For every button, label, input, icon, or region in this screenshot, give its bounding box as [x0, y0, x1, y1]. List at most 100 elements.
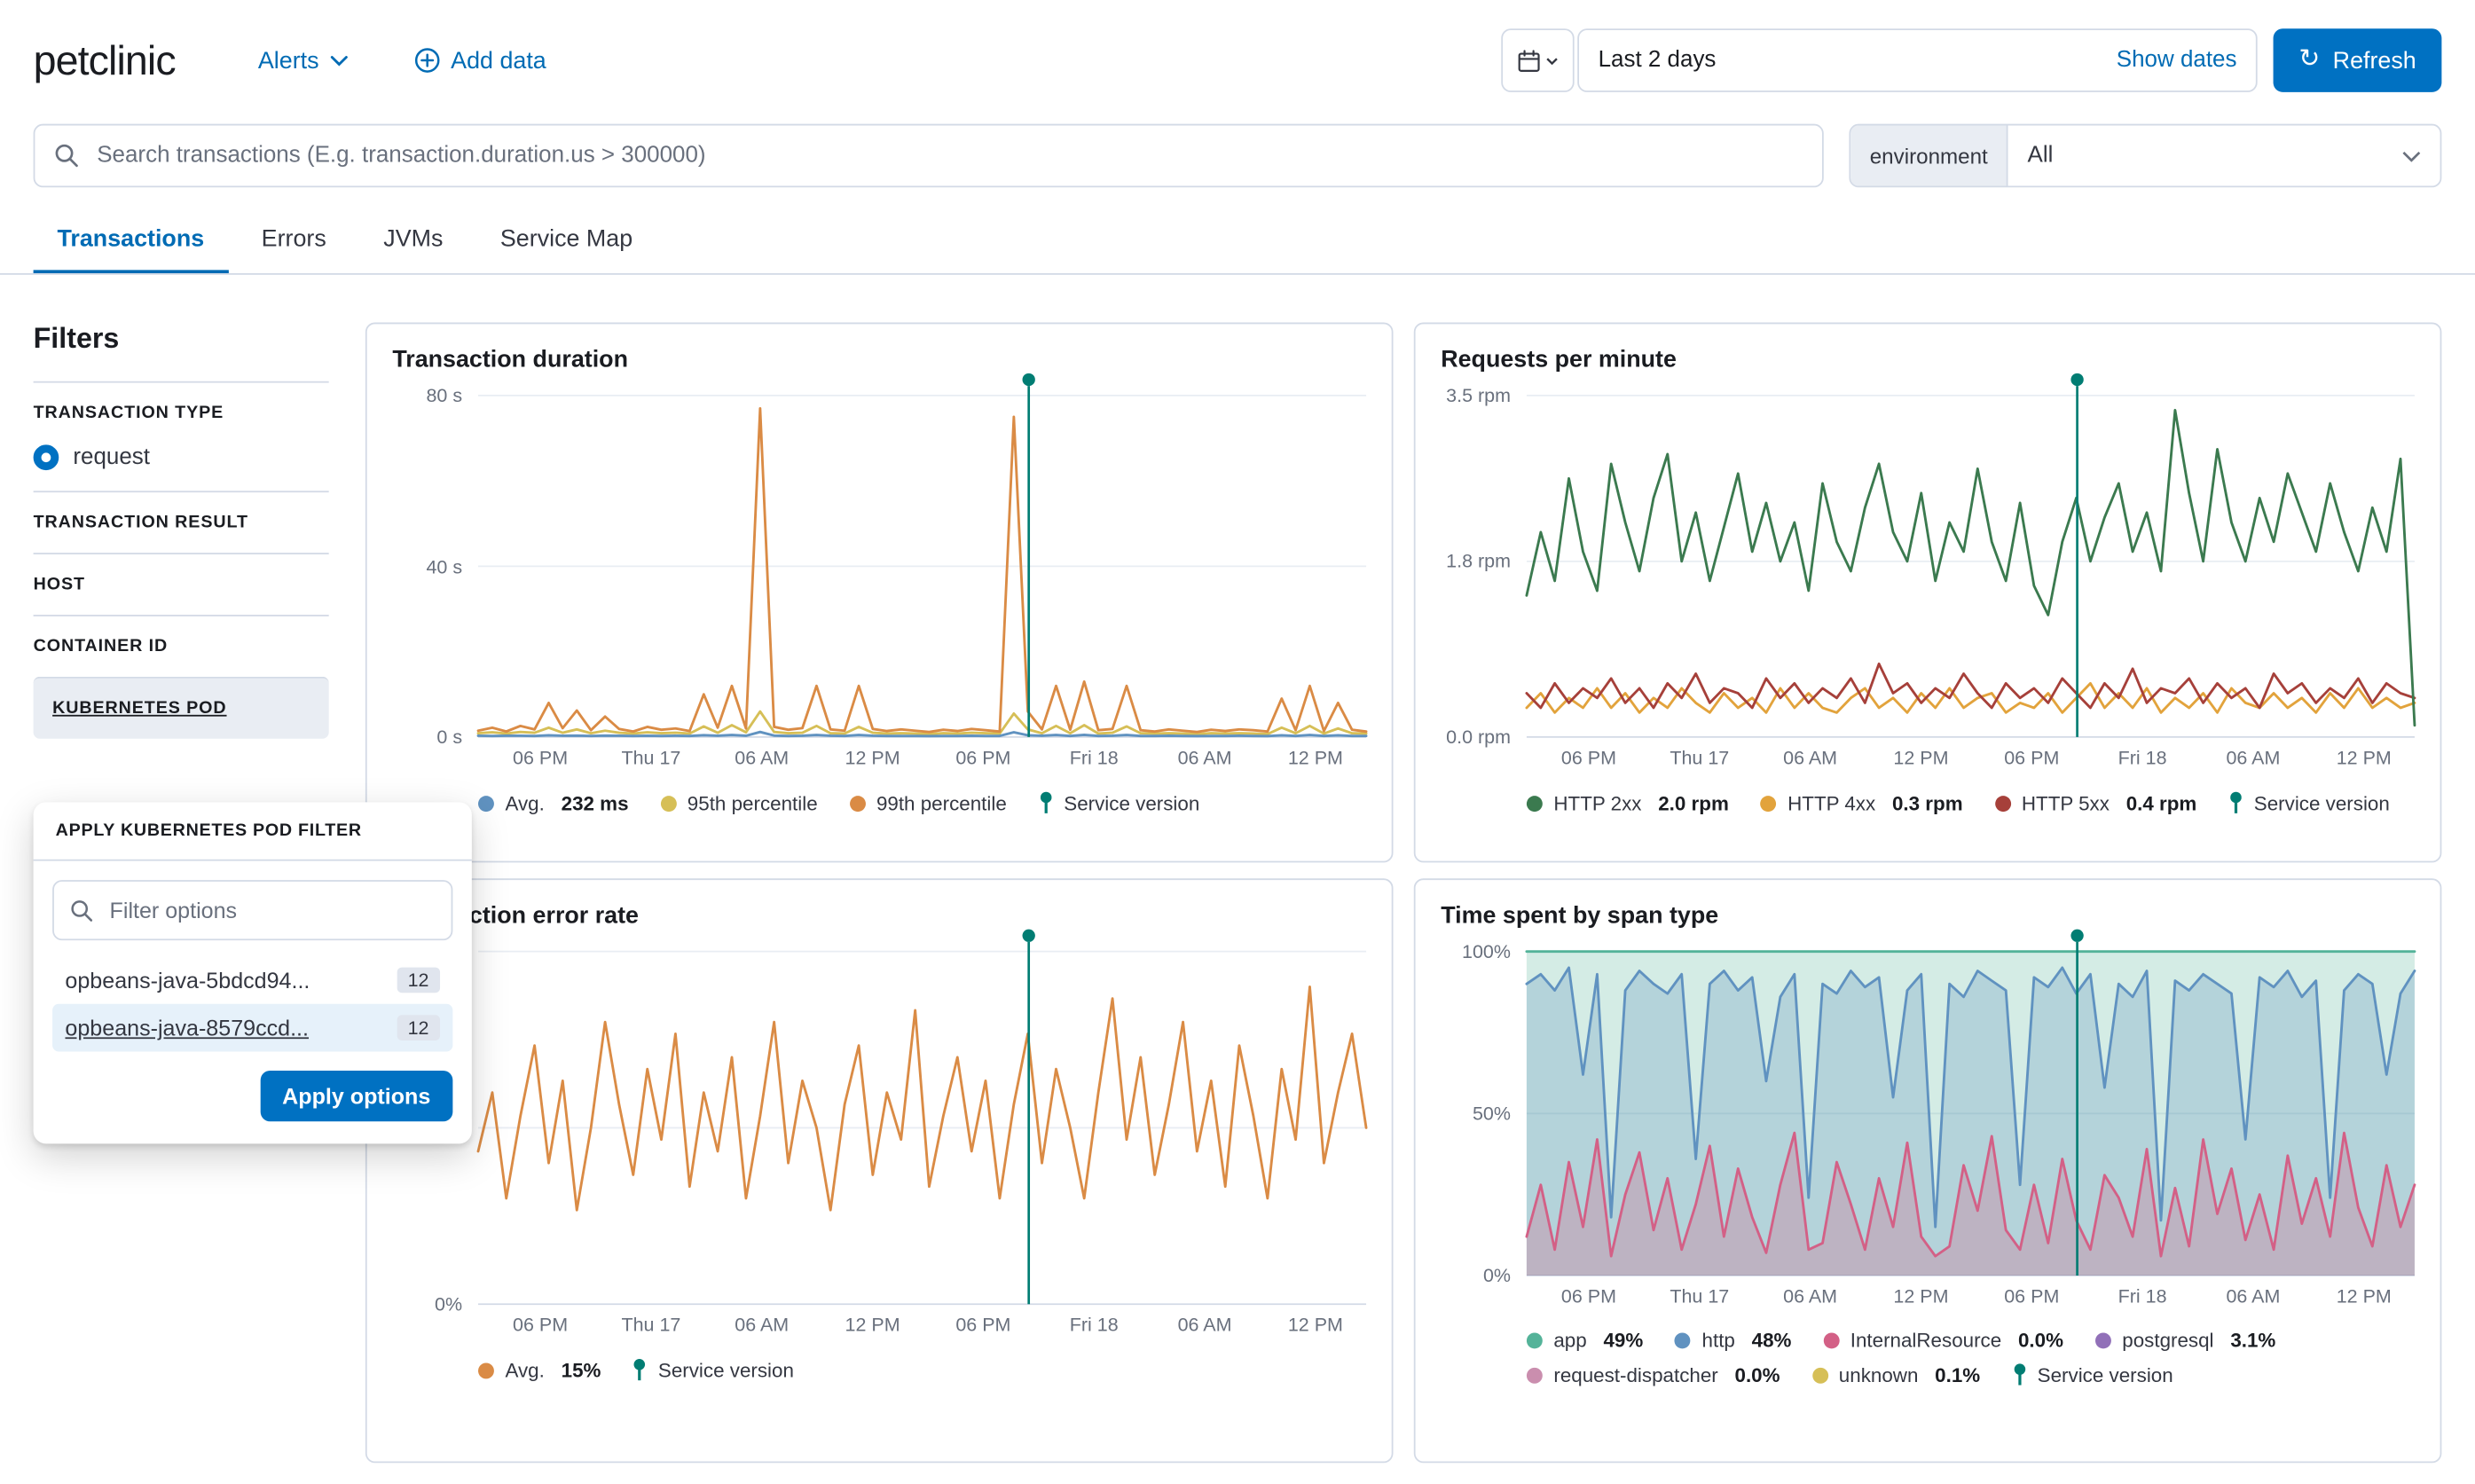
legend-item-service-version[interactable]: Service version — [1039, 791, 1200, 815]
transaction-duration-plot[interactable] — [478, 396, 1366, 737]
pod-option-count-badge: 12 — [397, 1015, 440, 1040]
filter-transaction-type-label[interactable]: TRANSACTION TYPE — [34, 404, 329, 422]
legend-item-service-version[interactable]: Service version — [2012, 1362, 2173, 1386]
refresh-icon: ↻ — [2298, 48, 2320, 74]
legend-item-request-dispatcher[interactable]: request-dispatcher 0.0% — [1527, 1363, 1780, 1386]
legend-item-95th-percentile[interactable]: 95th percentile — [660, 792, 817, 814]
tab-transactions[interactable]: Transactions — [34, 209, 228, 273]
requests-per-minute-legend: HTTP 2xx 2.0 rpm HTTP 4xx 0.3 rpm HTTP 5xx… — [1527, 791, 2415, 826]
filter-transaction-result-label[interactable]: TRANSACTION RESULT — [34, 513, 329, 531]
legend-value: 0.0% — [2013, 1330, 2063, 1352]
y-axis-label: 80 s — [426, 384, 462, 406]
legend-label: 99th percentile — [876, 792, 1007, 814]
y-axis-label: 40 s — [426, 555, 462, 577]
tab-errors[interactable]: Errors — [238, 209, 350, 273]
x-axis-label: Fri 18 — [2118, 1285, 2167, 1307]
legend-label: InternalResource — [1850, 1330, 2001, 1352]
legend-item-avg-[interactable]: Avg. 15% — [478, 1359, 601, 1381]
time-spent-by-span-type-plot[interactable] — [1527, 952, 2415, 1276]
legend-item-http-2xx[interactable]: HTTP 2xx 2.0 rpm — [1527, 792, 1729, 814]
add-data-link[interactable]: Add data — [414, 47, 546, 74]
apm-service-overview: petclinic Alerts Add data Last 2 days Sh… — [0, 0, 2475, 1484]
legend-item-avg-[interactable]: Avg. 232 ms — [478, 792, 629, 814]
x-axis-label: 06 AM — [735, 1314, 789, 1336]
y-axis-label: 3.5 rpm — [1446, 384, 1511, 406]
y-axis-label: 0 s — [436, 726, 462, 748]
legend-value: 3.1% — [2225, 1330, 2275, 1352]
legend-item-99th-percentile[interactable]: 99th percentile — [849, 792, 1006, 814]
legend-item-internalresource[interactable]: InternalResource 0.0% — [1823, 1330, 2063, 1352]
filter-options-search[interactable] — [52, 880, 452, 940]
legend-label: postgresql — [2122, 1330, 2213, 1352]
legend-dot — [1527, 1332, 1543, 1348]
x-axis-label: Fri 18 — [1070, 1314, 1119, 1336]
time-spent-by-span-type-panel: Time spent by span type 100%50%0% 06 PMT… — [1414, 878, 2442, 1463]
x-axis-label: 06 PM — [2004, 1285, 2059, 1307]
x-axis-label: 06 AM — [1178, 1314, 1232, 1336]
legend-item-service-version[interactable]: Service version — [632, 1358, 794, 1382]
tab-service-map[interactable]: Service Map — [476, 209, 656, 273]
transaction-type-request-option[interactable]: request — [34, 444, 329, 470]
filter-options-input[interactable] — [106, 896, 436, 924]
tab-jvms[interactable]: JVMs — [359, 209, 467, 273]
date-range-field[interactable]: Last 2 days Show dates — [1577, 28, 2257, 92]
legend-item-app[interactable]: app 49% — [1527, 1330, 1643, 1352]
kubernetes-pod-filter-popover: APPLY KUBERNETES POD FILTER opbeans-java… — [34, 802, 472, 1143]
x-axis-label: Thu 17 — [621, 747, 680, 769]
pod-options-list: opbeans-java-5bdcd94... 12 opbeans-java-… — [52, 956, 452, 1051]
filter-container-id-label[interactable]: CONTAINER ID — [34, 637, 329, 656]
x-axis-label: 12 PM — [845, 747, 900, 769]
legend-item-http-4xx[interactable]: HTTP 4xx 0.3 rpm — [1761, 792, 1963, 814]
y-axis-label: 50% — [1473, 1103, 1511, 1125]
x-axis-label: 12 PM — [2337, 747, 2392, 769]
legend-item-http-5xx[interactable]: HTTP 5xx 0.4 rpm — [1994, 792, 2196, 814]
y-axis: 80 s40 s0 s — [392, 396, 478, 737]
refresh-button[interactable]: ↻ Refresh — [2274, 28, 2442, 92]
apply-options-button[interactable]: Apply options — [260, 1071, 452, 1121]
legend-label: 95th percentile — [688, 792, 818, 814]
popover-title: APPLY KUBERNETES POD FILTER — [34, 802, 472, 860]
chart-title-time-spent-by-span-type: Time spent by span type — [1441, 902, 2415, 929]
pod-option-count-badge: 12 — [397, 968, 440, 993]
legend-item-service-version[interactable]: Service version — [2228, 791, 2390, 815]
legend-value: 0.0% — [1729, 1363, 1780, 1386]
x-axis-label: 06 AM — [2226, 747, 2280, 769]
filter-host-label[interactable]: HOST — [34, 575, 329, 593]
service-version-pin-icon — [1039, 791, 1053, 815]
pod-option-2[interactable]: opbeans-java-8579ccd... 12 — [52, 1004, 452, 1052]
requests-per-minute-plot[interactable] — [1527, 396, 2415, 737]
alerts-menu[interactable]: Alerts — [258, 47, 348, 74]
y-axis: 100%50%0% — [1441, 952, 1527, 1276]
calendar-button[interactable] — [1501, 28, 1574, 92]
legend-row: Avg. 15% Service version — [478, 1358, 1366, 1382]
search-transactions-box[interactable] — [34, 124, 1824, 188]
pod-option-label: opbeans-java-5bdcd94... — [65, 968, 383, 993]
filter-kubernetes-pod-label[interactable]: KUBERNETES POD — [52, 699, 310, 718]
legend-label: Service version — [2038, 1363, 2173, 1386]
legend-item-unknown[interactable]: unknown 0.1% — [1811, 1363, 1980, 1386]
pod-option-label: opbeans-java-8579ccd... — [65, 1015, 383, 1040]
filter-section-kubernetes-pod[interactable]: KUBERNETES POD — [34, 677, 329, 739]
x-axis-label: 06 PM — [513, 1314, 568, 1336]
legend-row: Avg. 232 ms 95th percentile 99th percentil… — [478, 791, 1366, 815]
pod-option-1[interactable]: opbeans-java-5bdcd94... 12 — [52, 956, 452, 1004]
service-version-pin-icon — [632, 1358, 647, 1382]
legend-dot — [1823, 1332, 1839, 1348]
x-axis-label: 12 PM — [1893, 1285, 1948, 1307]
legend-item-http[interactable]: http 48% — [1675, 1330, 1791, 1352]
service-version-pin-icon — [2228, 791, 2243, 815]
x-axis-label: 06 PM — [2004, 747, 2059, 769]
search-transactions-input[interactable] — [94, 141, 1803, 169]
legend-item-postgresql[interactable]: postgresql 3.1% — [2095, 1330, 2276, 1352]
show-dates-link[interactable]: Show dates — [2117, 48, 2237, 74]
filter-section-transaction-type: TRANSACTION TYPE request — [34, 381, 329, 491]
transaction-error-rate-plot[interactable] — [478, 952, 1366, 1305]
x-axis-label: 06 AM — [735, 747, 789, 769]
legend-value: 48% — [1746, 1330, 1791, 1352]
x-axis-label: 06 PM — [955, 1314, 1010, 1336]
y-axis-label: 0% — [435, 1293, 462, 1315]
environment-value: All — [2028, 143, 2054, 169]
plus-circle-icon — [414, 48, 440, 74]
legend-dot — [1527, 1367, 1543, 1383]
environment-select[interactable]: All — [2008, 125, 2440, 185]
